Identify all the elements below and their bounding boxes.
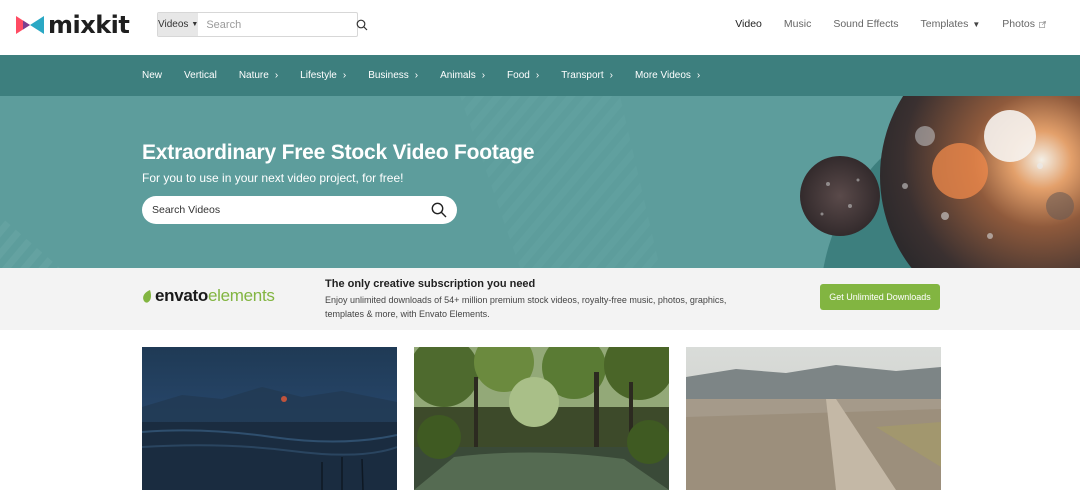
category-transport[interactable]: Transport › — [561, 70, 613, 81]
mixkit-logo[interactable]: mixkit — [16, 11, 130, 39]
video-thumbnail-image — [414, 347, 669, 490]
top-header: mixkit Videos ▼ Video Music Sound Effect… — [0, 0, 1080, 55]
search-input[interactable] — [198, 13, 357, 36]
nav-templates[interactable]: Templates ▼ — [921, 18, 981, 30]
category-more-videos[interactable]: More Videos › — [635, 70, 700, 81]
envato-description: Enjoy unlimited downloads of 54+ million… — [325, 295, 727, 319]
hero-title: Extraordinary Free Stock Video Footage — [142, 141, 535, 164]
category-label: Transport — [561, 70, 604, 81]
mixkit-logo-mark-icon — [16, 16, 44, 34]
category-food[interactable]: Food › — [507, 70, 539, 81]
envato-title: The only creative subscription you need — [325, 278, 536, 290]
search-type-select[interactable]: Videos ▼ — [158, 13, 199, 36]
nav-sound-effects[interactable]: Sound Effects — [833, 18, 898, 30]
header-search: Videos ▼ — [157, 12, 368, 37]
external-link-icon — [1039, 20, 1046, 28]
nav-templates-label: Templates — [920, 18, 969, 30]
search-type-label: Videos — [158, 19, 189, 30]
nav-video[interactable]: Video — [735, 18, 762, 30]
envato-promo-text: The only creative subscription you need … — [325, 278, 745, 321]
category-business[interactable]: Business › — [368, 70, 418, 81]
chevron-right-icon: › — [609, 70, 613, 81]
category-nature[interactable]: Nature › — [239, 70, 278, 81]
envato-logo-part2: elements — [208, 286, 275, 305]
category-nav: New Vertical Nature › Lifestyle › Business… — [0, 55, 1080, 96]
category-label: Animals — [440, 70, 476, 81]
search-icon — [356, 19, 368, 30]
search-button[interactable] — [356, 13, 368, 36]
caret-down-icon: ▼ — [972, 19, 981, 29]
nav-photos-label: Photos — [1002, 18, 1035, 30]
category-label: New — [142, 70, 163, 81]
search-icon[interactable] — [431, 202, 447, 218]
nav-music[interactable]: Music — [784, 18, 811, 30]
chevron-right-icon: › — [481, 70, 486, 81]
chevron-right-icon: › — [696, 70, 701, 81]
video-thumbnail[interactable] — [414, 347, 669, 490]
category-label: Food — [507, 70, 530, 81]
nav-photos[interactable]: Photos — [1002, 18, 1046, 30]
video-thumbnail-image — [142, 347, 397, 490]
chevron-right-icon: › — [342, 70, 347, 81]
envato-logo-part1: envato — [155, 286, 208, 305]
category-animals[interactable]: Animals › — [440, 70, 485, 81]
caret-down-icon: ▼ — [191, 21, 199, 28]
video-thumbnail[interactable] — [142, 347, 397, 490]
get-unlimited-downloads-button[interactable]: Get Unlimited Downloads — [820, 284, 940, 310]
hero-search-input[interactable] — [152, 204, 431, 216]
hero-banner: Extraordinary Free Stock Video Footage F… — [0, 96, 1080, 268]
top-nav: Video Music Sound Effects Templates ▼ Ph… — [713, 0, 1046, 48]
hero-search — [142, 196, 457, 224]
logo-text: mixkit — [48, 11, 130, 39]
chevron-right-icon: › — [274, 70, 279, 81]
nav-video-label: Video — [735, 18, 762, 30]
video-thumbnail-image — [686, 347, 941, 490]
category-label: Business — [368, 70, 409, 81]
nav-music-label: Music — [783, 18, 812, 30]
category-vertical[interactable]: Vertical — [184, 70, 217, 81]
category-lifestyle[interactable]: Lifestyle › — [300, 70, 346, 81]
video-thumbnail[interactable] — [686, 347, 941, 490]
category-new[interactable]: New — [142, 70, 162, 81]
envato-leaf-icon — [143, 289, 152, 303]
envato-elements-logo[interactable]: envato elements — [142, 286, 275, 306]
category-label: Lifestyle — [300, 70, 337, 81]
hero-subtitle: For you to use in your next video projec… — [142, 171, 404, 185]
category-label: Nature — [238, 70, 269, 81]
nav-sound-effects-label: Sound Effects — [833, 18, 899, 30]
chevron-right-icon: › — [414, 70, 419, 81]
chevron-right-icon: › — [535, 70, 540, 81]
envato-banner: envato elements The only creative subscri… — [0, 268, 1080, 330]
category-label: More Videos — [634, 70, 691, 81]
category-label: Vertical — [184, 70, 217, 81]
